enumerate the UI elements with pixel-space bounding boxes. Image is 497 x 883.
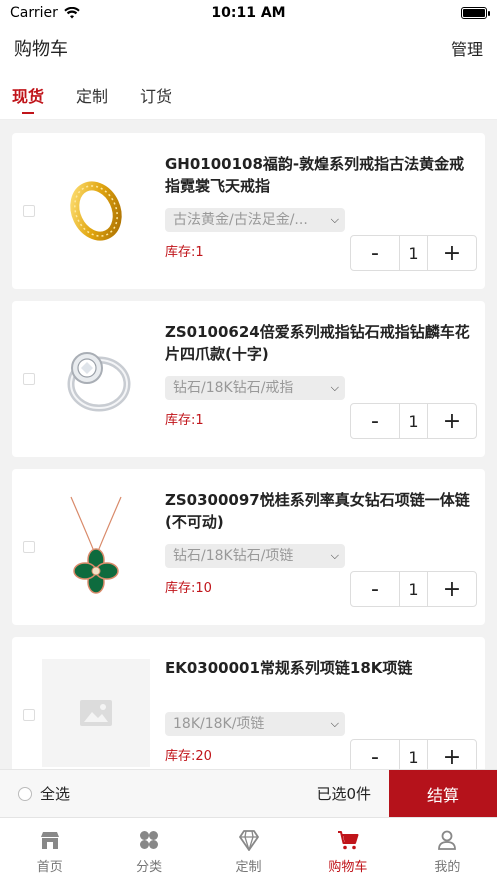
spec-value: 古法黄金/古法足金/... <box>173 212 308 228</box>
tabbar-label: 我的 <box>434 860 461 875</box>
minus-button[interactable]: - <box>351 236 399 270</box>
quantity-input[interactable]: 1 <box>399 236 428 270</box>
plus-button[interactable]: + <box>428 572 476 606</box>
product-image-gold-ring[interactable] <box>42 155 150 263</box>
stock-label: 库存:20 <box>165 749 212 764</box>
bottom-tab-bar: 首页 分类 定制 购物车 我的 <box>0 817 497 883</box>
minus-button[interactable]: - <box>351 572 399 606</box>
product-image-placeholder[interactable] <box>42 659 150 767</box>
tabbar-item-custom[interactable]: 定制 <box>199 818 298 883</box>
cart-item: ZS0100624倍爱系列戒指钻石戒指钻麟车花片四爪款(十字) 钻石/18K钻石… <box>12 301 485 457</box>
product-name[interactable]: ZS0300097悦桂系列率真女钻石项链一体链(不可动) <box>165 489 475 533</box>
tab-custom[interactable]: 定制 <box>76 70 108 120</box>
cart-tabs: 现货 定制 订货 <box>0 70 497 120</box>
cart-list[interactable]: GH0100108福韵-敦煌系列戒指古法黄金戒指霓裳飞天戒指 古法黄金/古法足金… <box>0 121 497 769</box>
stock-label: 库存:1 <box>165 413 204 428</box>
item-checkbox[interactable] <box>23 373 35 385</box>
spec-value: 钻石/18K钻石/戒指 <box>173 380 294 396</box>
image-placeholder-icon <box>80 700 112 726</box>
quantity-input[interactable]: 1 <box>399 740 428 769</box>
spec-dropdown[interactable]: 钻石/18K钻石/戒指 ⌵ <box>165 376 345 400</box>
category-icon <box>137 828 161 852</box>
stock-label: 库存:10 <box>165 581 212 596</box>
minus-button[interactable]: - <box>351 404 399 438</box>
cart-item: ZS0300097悦桂系列率真女钻石项链一体链(不可动) 钻石/18K钻石/项链… <box>12 469 485 625</box>
cart-item: GH0100108福韵-敦煌系列戒指古法黄金戒指霓裳飞天戒指 古法黄金/古法足金… <box>12 133 485 289</box>
tabbar-item-home[interactable]: 首页 <box>0 818 99 883</box>
tab-in-stock[interactable]: 现货 <box>12 70 44 120</box>
spec-value: 18K/18K/项链 <box>173 716 265 732</box>
product-name[interactable]: EK0300001常规系列项链18K项链 <box>165 657 475 679</box>
tabbar-label: 定制 <box>235 860 262 875</box>
nav-bar: 购物车 管理 <box>0 26 497 70</box>
item-checkbox[interactable] <box>23 709 35 721</box>
tabbar-label: 首页 <box>36 860 63 875</box>
store-icon <box>38 828 62 852</box>
status-bar: Carrier 10:11 AM <box>0 0 497 26</box>
checkout-bar: 全选 已选0件 结算 <box>0 769 497 818</box>
chevron-down-icon: ⌵ <box>330 213 339 226</box>
page-title: 购物车 <box>14 39 68 60</box>
item-checkbox[interactable] <box>23 541 35 553</box>
chevron-down-icon: ⌵ <box>330 549 339 562</box>
wifi-icon <box>64 7 80 19</box>
spec-dropdown[interactable]: 18K/18K/项链 ⌵ <box>165 712 345 736</box>
product-name[interactable]: GH0100108福韵-敦煌系列戒指古法黄金戒指霓裳飞天戒指 <box>165 153 475 197</box>
spec-dropdown[interactable]: 钻石/18K钻石/项链 ⌵ <box>165 544 345 568</box>
selected-count: 已选0件 <box>316 785 371 803</box>
plus-button[interactable]: + <box>428 236 476 270</box>
manage-button[interactable]: 管理 <box>451 36 483 60</box>
select-all-toggle[interactable]: 全选 <box>0 783 70 804</box>
quantity-stepper: - 1 + <box>350 571 477 607</box>
plus-button[interactable]: + <box>428 740 476 770</box>
tabbar-item-cart[interactable]: 购物车 <box>298 818 397 883</box>
item-checkbox[interactable] <box>23 205 35 217</box>
checkout-button[interactable]: 结算 <box>389 770 497 818</box>
quantity-stepper: - 1 + <box>350 739 477 769</box>
select-all-radio[interactable] <box>18 786 32 801</box>
select-all-label: 全选 <box>40 785 71 803</box>
diamond-icon <box>237 828 261 852</box>
quantity-input[interactable]: 1 <box>399 572 428 606</box>
user-icon <box>435 828 459 852</box>
battery-icon <box>461 7 490 19</box>
carrier-label: Carrier <box>10 5 58 21</box>
tab-order[interactable]: 订货 <box>140 70 172 120</box>
quantity-input[interactable]: 1 <box>399 404 428 438</box>
product-image-diamond-ring[interactable] <box>42 323 150 431</box>
chevron-down-icon: ⌵ <box>330 381 339 394</box>
tabbar-item-mine[interactable]: 我的 <box>398 818 497 883</box>
tabbar-item-category[interactable]: 分类 <box>99 818 198 883</box>
chevron-down-icon: ⌵ <box>330 717 339 730</box>
product-image-malachite-necklace[interactable] <box>42 491 150 599</box>
cart-icon <box>336 828 360 852</box>
tabbar-label: 购物车 <box>328 860 368 875</box>
spec-value: 钻石/18K钻石/项链 <box>173 548 294 564</box>
product-name[interactable]: ZS0100624倍爱系列戒指钻石戒指钻麟车花片四爪款(十字) <box>165 321 475 365</box>
minus-button[interactable]: - <box>351 740 399 770</box>
spec-dropdown[interactable]: 古法黄金/古法足金/... ⌵ <box>165 208 345 232</box>
tabbar-label: 分类 <box>136 860 163 875</box>
stock-label: 库存:1 <box>165 245 204 260</box>
plus-button[interactable]: + <box>428 404 476 438</box>
quantity-stepper: - 1 + <box>350 235 477 271</box>
status-time: 10:11 AM <box>211 5 286 21</box>
cart-item: EK0300001常规系列项链18K项链 18K/18K/项链 ⌵ 库存:20 -… <box>12 637 485 769</box>
quantity-stepper: - 1 + <box>350 403 477 439</box>
